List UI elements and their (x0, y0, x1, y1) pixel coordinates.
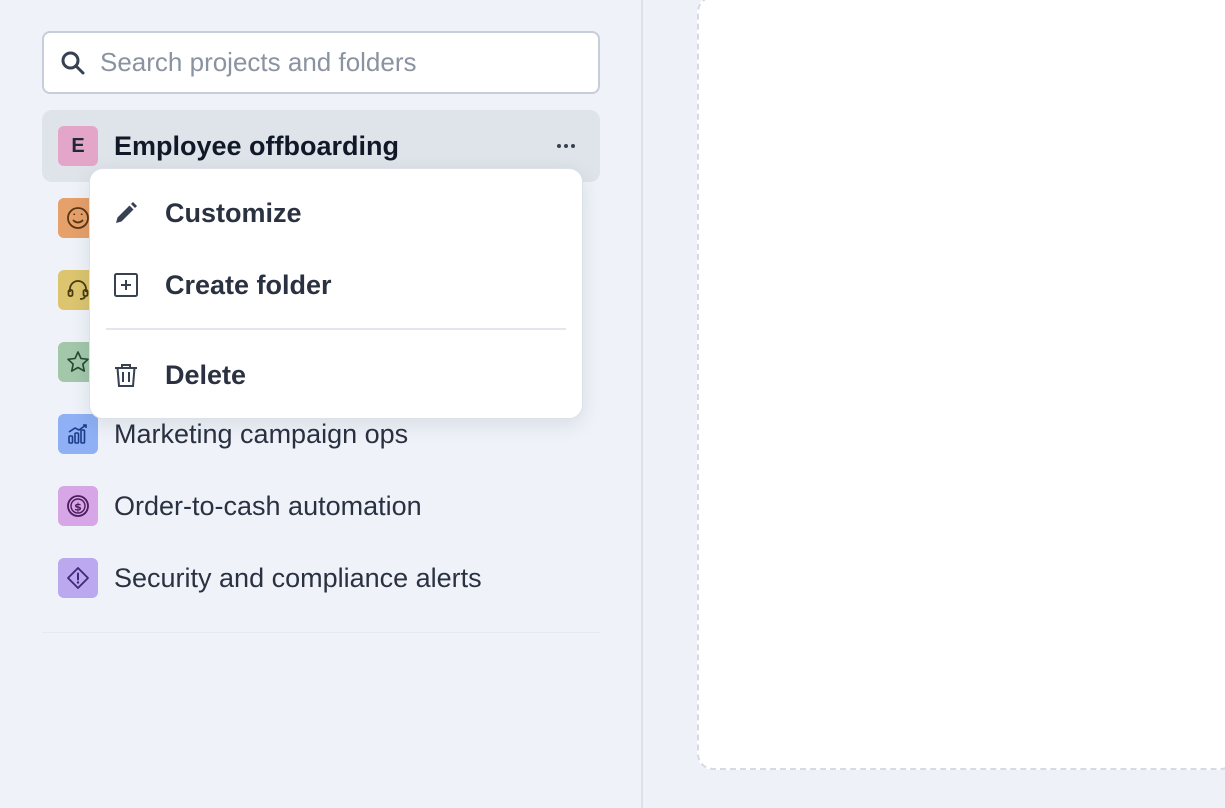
alert-diamond-icon (67, 567, 89, 589)
pencil-icon (116, 202, 137, 223)
star-eyes-face-icon (67, 207, 89, 229)
menu-item-customize[interactable]: Customize (90, 179, 582, 247)
menu-item-label: Delete (165, 360, 247, 390)
project-label: Security and compliance alerts (114, 563, 482, 593)
search-icon (61, 51, 85, 75)
search-input[interactable] (100, 33, 590, 92)
menu-divider (106, 328, 566, 330)
more-options-icon[interactable] (552, 132, 580, 160)
project-avatar (58, 558, 98, 598)
main-canvas (697, 0, 1225, 770)
dollar-coin-icon: $ (67, 495, 89, 517)
project-item-security-and-compliance-alerts[interactable]: Security and compliance alerts (42, 542, 600, 614)
project-label: Order-to-cash automation (114, 491, 422, 521)
divider (42, 632, 600, 633)
project-item-order-to-cash-automation[interactable]: $ Order-to-cash automation (42, 470, 600, 542)
project-avatar: E (58, 126, 98, 166)
chart-growth-icon (68, 424, 87, 444)
headset-icon (67, 280, 89, 300)
project-avatar: $ (58, 486, 98, 526)
plus-square-icon (114, 273, 138, 297)
search-box[interactable] (42, 31, 600, 94)
app-root: E Employee offboarding (0, 0, 1225, 808)
menu-item-delete[interactable]: Delete (90, 341, 582, 409)
context-menu: Customize Create folder Delete (89, 168, 583, 419)
sidebar: E Employee offboarding (0, 0, 643, 808)
project-avatar (58, 414, 98, 454)
star-icon (67, 351, 89, 372)
svg-text:$: $ (74, 501, 82, 514)
trash-icon (115, 364, 137, 387)
menu-item-create-folder[interactable]: Create folder (90, 251, 582, 319)
avatar-letter: E (71, 134, 85, 157)
menu-item-label: Customize (165, 198, 302, 228)
menu-item-label: Create folder (165, 270, 332, 300)
